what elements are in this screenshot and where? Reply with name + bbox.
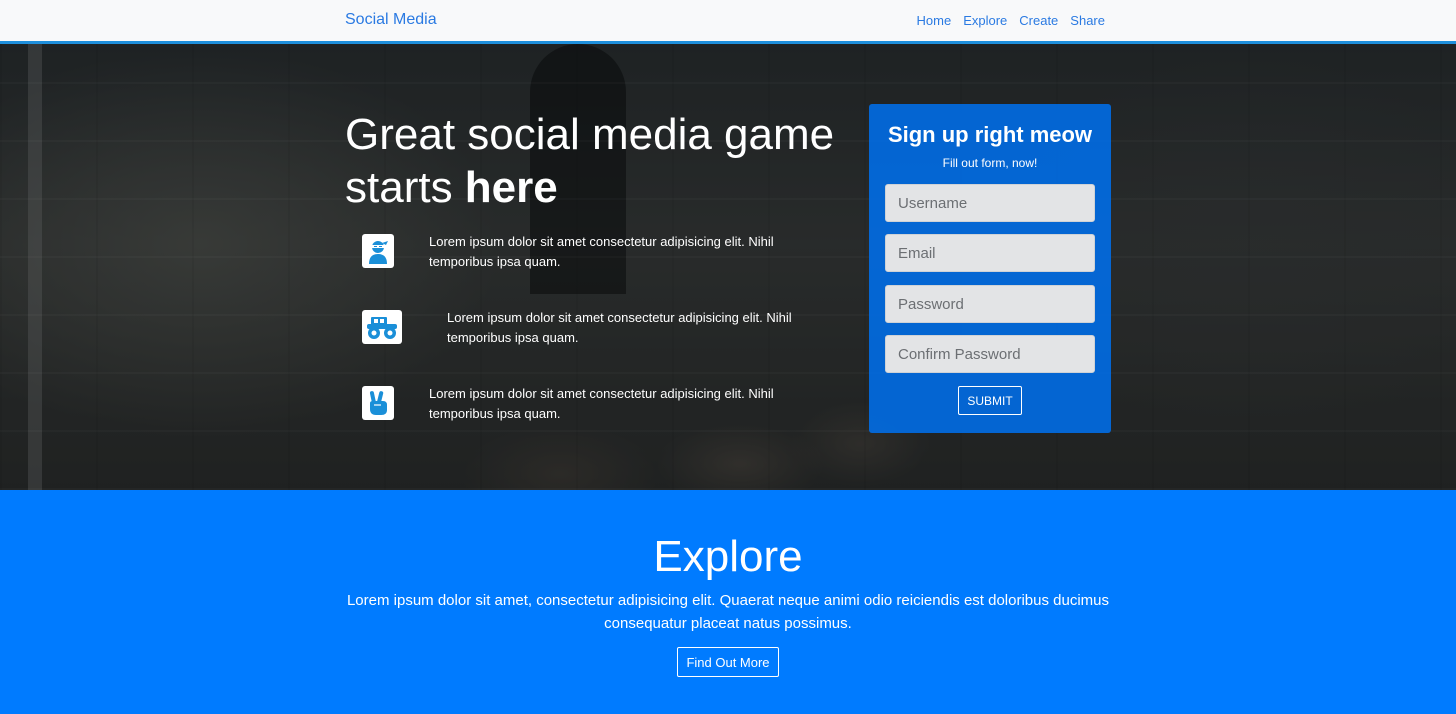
explore-title: Explore [653, 532, 803, 581]
signup-form: Sign up right meow Fill out form, now! S… [869, 104, 1111, 433]
username-input[interactable] [885, 184, 1095, 222]
navbar: Social Media Home Explore Create Share [0, 0, 1456, 44]
email-input[interactable] [885, 234, 1095, 272]
hero-section: Great social media game starts here Lore… [0, 44, 1456, 490]
explore-text: Lorem ipsum dolor sit amet, consectetur … [346, 592, 1110, 632]
find-out-more-button[interactable]: Find Out More [677, 647, 779, 677]
hero-title: Great social media game starts here [345, 108, 845, 214]
hero-title-line1: Great social media game [345, 110, 835, 159]
hero-title-line2-bold: here [464, 163, 558, 212]
nav-link-explore[interactable]: Explore [963, 13, 1007, 28]
signup-title: Sign up right meow [887, 122, 1093, 147]
feature-text: Lorem ipsum dolor sit amet consectetur a… [429, 234, 774, 269]
feature-item: Lorem ipsum dolor sit amet consectetur a… [362, 310, 792, 348]
hero-title-line2-prefix: starts [345, 163, 465, 212]
submit-button[interactable]: SUBMIT [958, 386, 1022, 415]
signup-subtitle: Fill out form, now! [942, 156, 1038, 170]
nav-link-create[interactable]: Create [1019, 13, 1058, 28]
peace-hand-icon [362, 386, 394, 420]
explore-section: Explore Lorem ipsum dolor sit amet, cons… [0, 490, 1456, 714]
nav-link-share[interactable]: Share [1070, 13, 1105, 28]
feature-text: Lorem ipsum dolor sit amet consectetur a… [429, 386, 774, 421]
ninja-icon [362, 234, 394, 268]
password-input[interactable] [885, 285, 1095, 323]
truck-icon [362, 310, 402, 344]
nav-links: Home Explore Create Share [917, 13, 1106, 28]
feature-item: Lorem ipsum dolor sit amet consectetur a… [362, 234, 839, 272]
confirm-password-input[interactable] [885, 335, 1095, 373]
feature-text: Lorem ipsum dolor sit amet consectetur a… [447, 310, 792, 345]
brand-link[interactable]: Social Media [345, 11, 437, 29]
feature-item: Lorem ipsum dolor sit amet consectetur a… [362, 386, 839, 424]
nav-link-home[interactable]: Home [917, 13, 952, 28]
